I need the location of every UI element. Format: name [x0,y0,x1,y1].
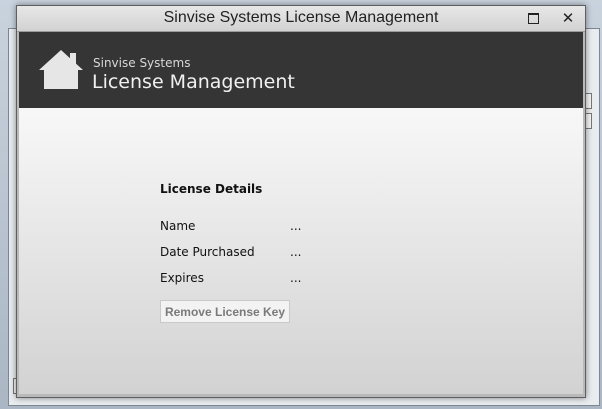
maximize-button[interactable] [517,7,549,29]
detail-row-expires: Expires ... [160,271,460,287]
close-icon: ✕ [561,8,575,27]
window-content: Sinvise Systems License Management Licen… [19,32,583,394]
detail-value: ... [290,219,302,233]
title-bar[interactable]: Sinvise Systems License Management ✕ [17,6,585,32]
window-title: Sinvise Systems License Management [163,9,439,26]
detail-value: ... [290,245,302,259]
close-button[interactable]: ✕ [552,7,584,29]
section-heading: License Details [160,182,263,196]
detail-value: ... [290,271,302,285]
detail-row-date-purchased: Date Purchased ... [160,245,460,261]
company-name: Sinvise Systems [93,56,191,70]
license-management-window: Sinvise Systems License Management ✕ Sin… [16,5,586,398]
detail-label: Expires [160,271,204,285]
detail-label: Name [160,219,196,233]
detail-row-name: Name ... [160,219,460,235]
remove-license-key-button[interactable]: Remove License Key [160,300,290,323]
header-banner: Sinvise Systems License Management [19,32,583,108]
home-icon [39,50,83,89]
product-name: License Management [92,71,295,93]
detail-label: Date Purchased [160,245,255,259]
maximize-icon [527,12,539,24]
